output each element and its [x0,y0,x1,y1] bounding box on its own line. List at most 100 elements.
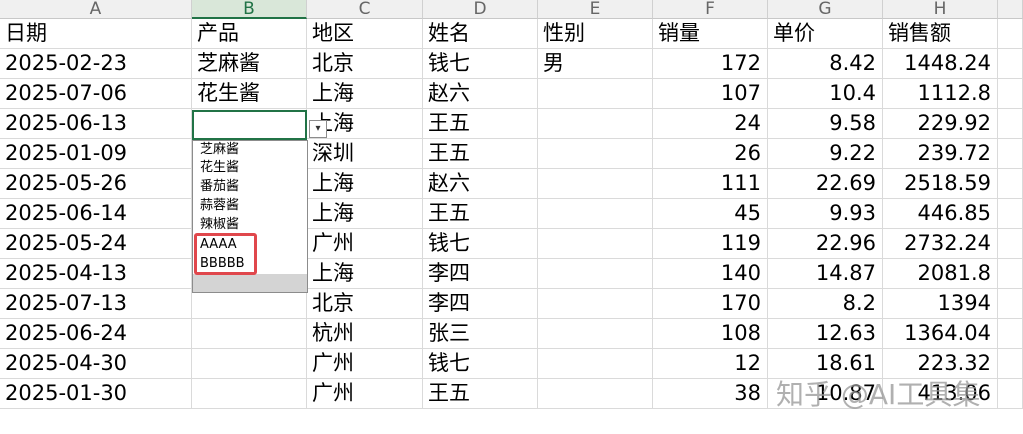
header-cell[interactable]: 销售额 [883,19,998,49]
data-cell[interactable]: 上海 [307,169,423,199]
data-cell[interactable]: 8.2 [768,289,883,319]
data-cell[interactable]: 9.22 [768,139,883,169]
data-cell[interactable]: 108 [653,319,768,349]
spreadsheet-grid[interactable]: A B C D E F G H 日期 产品 地区 姓名 性别 销量 单价 销售额 2025-02-23 芝麻酱 北京… [0,0,1023,434]
dropdown-option[interactable]: 蒜蓉酱 [200,197,239,215]
data-cell[interactable]: 1448.24 [883,49,998,79]
data-cell[interactable]: 170 [653,289,768,319]
header-cell[interactable]: 地区 [307,19,423,49]
data-cell[interactable]: 22.69 [768,169,883,199]
empty-cell[interactable] [998,289,1023,319]
data-cell[interactable]: 2025-07-13 [0,289,192,319]
data-cell[interactable]: 钱七 [423,49,538,79]
data-cell[interactable]: 北京 [307,289,423,319]
data-cell[interactable]: 119 [653,229,768,259]
data-cell[interactable]: 2025-06-24 [0,319,192,349]
header-cell[interactable]: 产品 [192,19,307,49]
data-cell[interactable]: 广州 [307,229,423,259]
data-cell[interactable] [538,139,653,169]
data-cell[interactable]: 2025-01-09 [0,139,192,169]
data-cell[interactable]: 10.4 [768,79,883,109]
data-cell[interactable]: 24 [653,109,768,139]
data-cell[interactable] [538,379,653,409]
data-cell[interactable]: 上海 [307,259,423,289]
data-cell[interactable]: 王五 [423,379,538,409]
data-cell[interactable]: 王五 [423,139,538,169]
empty-cell[interactable] [998,79,1023,109]
data-cell[interactable]: 446.85 [883,199,998,229]
data-cell[interactable]: 1112.8 [883,79,998,109]
data-cell[interactable]: 8.42 [768,49,883,79]
data-cell[interactable]: 2732.24 [883,229,998,259]
data-cell[interactable]: 2025-01-30 [0,379,192,409]
data-cell[interactable]: 张三 [423,319,538,349]
dropdown-option[interactable]: 辣椒酱 [200,216,239,234]
data-cell[interactable]: 1394 [883,289,998,319]
column-header-f[interactable]: F [653,0,768,19]
data-cell[interactable] [538,319,653,349]
empty-cell[interactable] [998,379,1023,409]
data-cell[interactable]: 38 [653,379,768,409]
data-cell[interactable]: 2025-02-23 [0,49,192,79]
data-cell[interactable]: 杭州 [307,319,423,349]
data-cell[interactable]: 12.63 [768,319,883,349]
empty-cell[interactable] [998,199,1023,229]
data-cell[interactable] [538,229,653,259]
column-header-c[interactable]: C [307,0,423,19]
data-cell[interactable]: 芝麻酱 [192,49,307,79]
data-cell[interactable]: 45 [653,199,768,229]
data-cell[interactable]: 赵六 [423,169,538,199]
data-cell[interactable]: 王五 [423,199,538,229]
data-cell[interactable]: 140 [653,259,768,289]
data-cell[interactable]: 男 [538,49,653,79]
empty-cell[interactable] [998,49,1023,79]
header-cell[interactable]: 销量 [653,19,768,49]
header-cell[interactable]: 单价 [768,19,883,49]
data-cell[interactable]: 9.58 [768,109,883,139]
data-cell[interactable]: 李四 [423,259,538,289]
data-cell[interactable]: 2025-05-26 [0,169,192,199]
data-cell[interactable]: 107 [653,79,768,109]
empty-cell[interactable] [998,169,1023,199]
data-cell[interactable]: 12 [653,349,768,379]
empty-cell[interactable] [998,229,1023,259]
header-cell[interactable]: 日期 [0,19,192,49]
data-cell[interactable]: 229.92 [883,109,998,139]
column-header-b[interactable]: B [192,0,307,19]
data-cell[interactable]: 2025-04-30 [0,349,192,379]
data-cell[interactable]: 钱七 [423,229,538,259]
data-cell[interactable] [538,109,653,139]
data-cell[interactable]: 26 [653,139,768,169]
dropdown-option[interactable]: 花生酱 [200,159,239,177]
data-cell[interactable]: 2025-04-13 [0,259,192,289]
empty-cell[interactable] [998,139,1023,169]
data-cell[interactable] [538,199,653,229]
column-header-a[interactable]: A [0,0,192,19]
dropdown-list-scrollbar[interactable] [193,274,307,292]
data-cell[interactable]: 2025-07-06 [0,79,192,109]
data-cell[interactable]: 北京 [307,49,423,79]
data-cell[interactable]: 2025-06-13 [0,109,192,139]
data-cell[interactable]: 钱七 [423,349,538,379]
data-cell[interactable]: 赵六 [423,79,538,109]
empty-cell[interactable] [998,109,1023,139]
data-cell[interactable]: 2025-05-24 [0,229,192,259]
data-cell[interactable] [192,349,307,379]
data-cell[interactable] [538,259,653,289]
data-cell[interactable]: 上海 [307,79,423,109]
dropdown-button[interactable]: ▾ [309,120,327,138]
data-cell[interactable]: 深圳 [307,139,423,169]
data-cell[interactable] [192,379,307,409]
data-cell[interactable]: 花生酱 [192,79,307,109]
empty-cell[interactable] [998,319,1023,349]
data-cell[interactable]: 22.96 [768,229,883,259]
empty-cell[interactable] [998,259,1023,289]
data-cell[interactable]: 9.93 [768,199,883,229]
column-header-blank[interactable] [998,0,1023,19]
data-cell[interactable] [538,289,653,319]
empty-cell[interactable] [998,349,1023,379]
dropdown-option[interactable]: 番茄酱 [200,178,239,196]
data-cell[interactable]: 2025-06-14 [0,199,192,229]
header-cell[interactable]: 姓名 [423,19,538,49]
column-header-g[interactable]: G [768,0,883,19]
